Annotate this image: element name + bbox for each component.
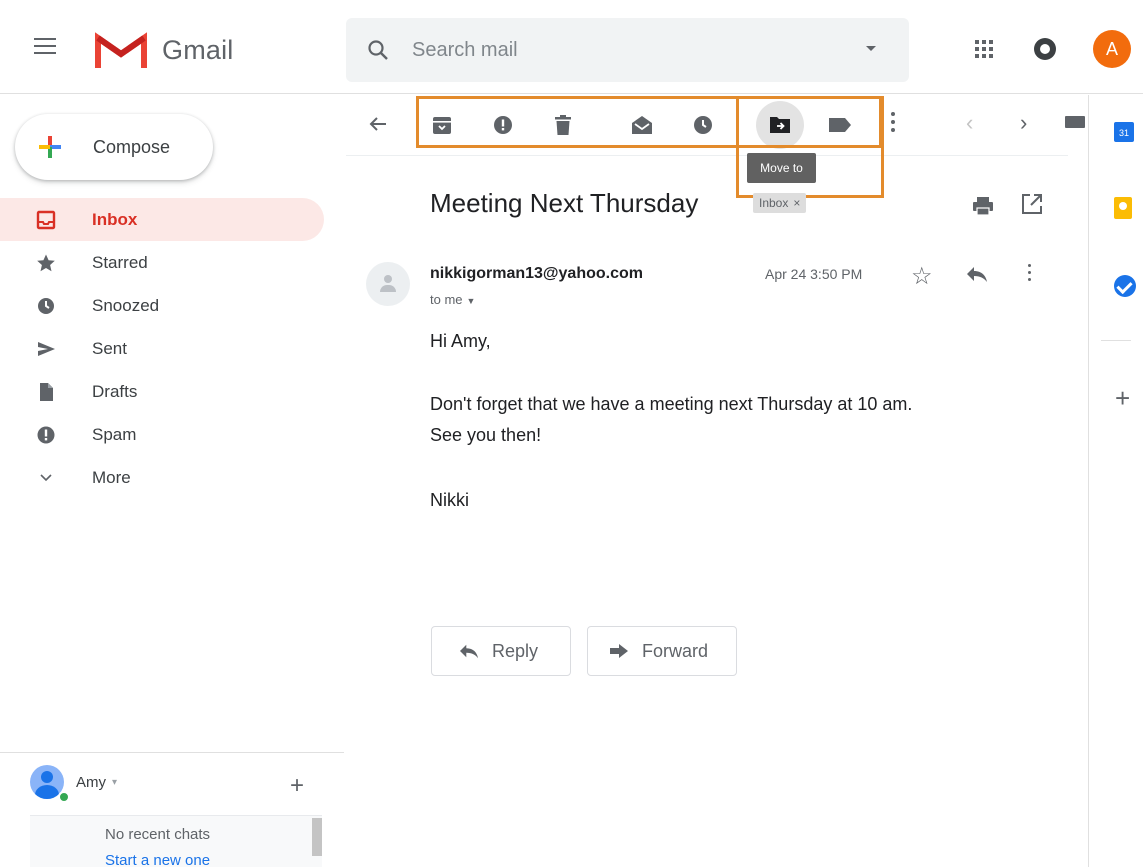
no-chats-text: No recent chats: [105, 826, 211, 843]
archive-icon[interactable]: [427, 110, 457, 140]
sidebar-item-drafts[interactable]: Drafts: [0, 370, 324, 413]
sidebar-item-inbox[interactable]: Inbox: [0, 198, 324, 241]
print-icon[interactable]: [972, 195, 994, 222]
forward-arrow-icon: [610, 644, 628, 658]
search-input[interactable]: [412, 34, 832, 66]
send-icon: [36, 339, 56, 359]
move-to-tooltip: Move to: [747, 153, 816, 183]
sidebar-nav: Inbox Starred Snoozed Sent Drafts Spam M…: [0, 198, 324, 499]
inbox-icon: [36, 210, 56, 230]
top-header: Gmail A: [0, 0, 1143, 94]
sidebar-item-label: Spam: [92, 424, 137, 444]
online-status-icon: [58, 791, 70, 803]
keyboard-icon[interactable]: [1065, 116, 1085, 128]
snooze-icon[interactable]: [688, 110, 718, 140]
chat-user-name: Amy: [76, 773, 106, 791]
sidebar-item-label: More: [92, 467, 131, 487]
back-arrow-icon[interactable]: [366, 112, 390, 141]
search-bar[interactable]: [346, 18, 909, 82]
notifications-icon[interactable]: [1034, 38, 1056, 60]
body-line-1: Don't forget that we have a meeting next…: [430, 394, 913, 414]
label-icon[interactable]: [825, 110, 855, 140]
gmail-m-icon: [95, 32, 147, 68]
search-options-caret-icon[interactable]: [866, 46, 876, 51]
tasks-icon[interactable]: [1114, 275, 1136, 297]
reply-button[interactable]: Reply: [431, 626, 571, 676]
main-menu-button[interactable]: [34, 38, 56, 56]
app-name: Gmail: [162, 34, 234, 65]
sender-avatar[interactable]: [366, 262, 410, 306]
sidebar-item-label: Inbox: [92, 209, 138, 229]
chat-user-switcher[interactable]: Amy ▾: [30, 765, 117, 799]
recipient-caret-icon: ▼: [466, 296, 476, 306]
open-in-new-window-icon[interactable]: [1020, 192, 1044, 221]
recipient-details[interactable]: to me ▼: [430, 292, 475, 307]
body-line-2: See you then!: [430, 425, 542, 445]
move-to-icon: [770, 117, 790, 133]
message-more-icon[interactable]: [1026, 264, 1032, 288]
delete-icon[interactable]: [548, 110, 578, 140]
get-addons-plus-icon[interactable]: +: [1115, 383, 1130, 414]
star-icon: [36, 253, 56, 273]
body-signature: Nikki: [430, 490, 469, 510]
spam-icon: [36, 425, 56, 445]
recipient-text: to me: [430, 292, 463, 307]
reply-icon[interactable]: [965, 264, 989, 289]
account-avatar[interactable]: A: [1093, 30, 1131, 68]
sidebar-item-label: Snoozed: [92, 295, 160, 315]
label-chip-text: Inbox: [759, 196, 789, 210]
side-panel: 31 +: [1088, 95, 1143, 867]
compose-label: Compose: [93, 137, 171, 157]
toolbar-divider: [346, 155, 1068, 156]
sidebar-item-starred[interactable]: Starred: [0, 241, 324, 284]
sidebar-item-spam[interactable]: Spam: [0, 413, 324, 456]
mark-unread-icon[interactable]: [627, 110, 657, 140]
sidebar-item-label: Drafts: [92, 381, 138, 401]
chats-panel: No recent chats Start a new one: [30, 815, 322, 867]
reply-arrow-icon: [460, 644, 478, 659]
clock-icon: [36, 296, 56, 316]
start-chat-link[interactable]: Start a new one: [105, 852, 210, 867]
new-chat-plus-icon[interactable]: +: [290, 772, 304, 800]
chat-caret-icon: ▾: [112, 776, 118, 788]
chevron-down-icon: [36, 468, 56, 488]
remove-label-icon[interactable]: ×: [793, 196, 800, 210]
chats-scrollbar[interactable]: [312, 818, 322, 856]
sidebar-item-snoozed[interactable]: Snoozed: [0, 284, 324, 327]
keep-icon[interactable]: [1114, 197, 1132, 219]
compose-button[interactable]: Compose: [15, 114, 213, 180]
report-spam-icon[interactable]: [488, 110, 518, 140]
sidebar-divider: [0, 752, 344, 753]
email-subject: Meeting Next Thursday: [430, 188, 699, 218]
google-apps-icon[interactable]: [975, 40, 993, 58]
body-greeting: Hi Amy,: [430, 331, 491, 351]
calendar-icon[interactable]: 31: [1114, 122, 1134, 142]
compose-plus-icon: [39, 136, 61, 158]
reply-label: Reply: [492, 640, 539, 661]
more-options-icon[interactable]: [890, 112, 896, 136]
sidebar-item-sent[interactable]: Sent: [0, 327, 324, 370]
side-panel-divider: [1101, 340, 1131, 341]
inbox-label-chip[interactable]: Inbox ×: [753, 193, 807, 213]
sender-email[interactable]: nikkigorman13@yahoo.com: [430, 265, 643, 283]
search-icon[interactable]: [366, 38, 390, 62]
sidebar-item-more[interactable]: More: [0, 456, 324, 499]
older-chevron-icon[interactable]: ›: [1020, 110, 1027, 136]
forward-button[interactable]: Forward: [587, 626, 737, 676]
newer-chevron-icon[interactable]: ‹: [966, 110, 973, 136]
draft-icon: [36, 382, 56, 402]
message-date: Apr 24 3:50 PM: [765, 266, 863, 282]
move-to-button[interactable]: [756, 101, 804, 149]
sidebar-item-label: Sent: [92, 338, 127, 358]
sidebar-item-label: Starred: [92, 252, 148, 272]
forward-label: Forward: [642, 640, 709, 661]
gmail-logo[interactable]: Gmail: [94, 30, 234, 70]
star-toggle-icon[interactable]: ☆: [911, 262, 933, 291]
